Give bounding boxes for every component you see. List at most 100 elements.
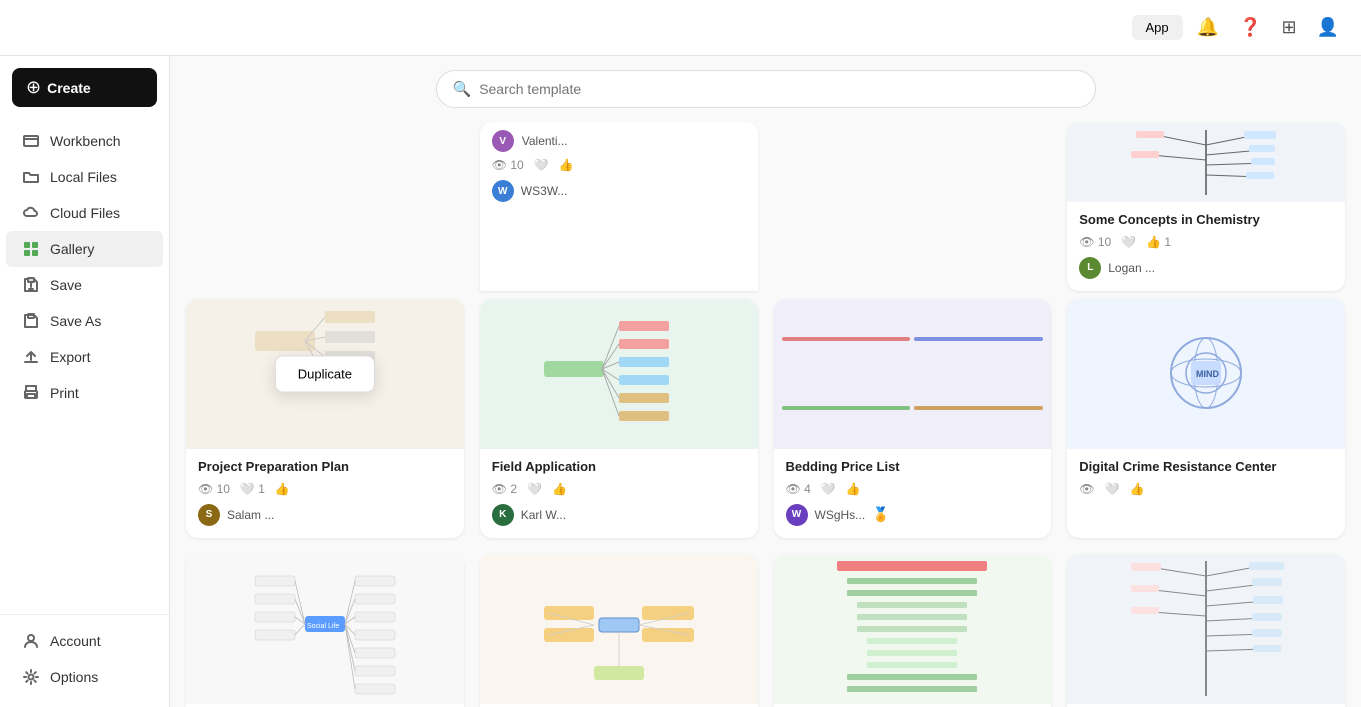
search-input[interactable] <box>479 81 1078 97</box>
card-meta-bedding: 👁 4 🤍 👍 <box>786 482 1040 496</box>
card-title-field-app: Field Application <box>492 459 746 476</box>
sidebar-item-options[interactable]: Options <box>6 659 163 695</box>
sidebar-item-print[interactable]: Print <box>6 375 163 411</box>
sidebar-label-export: Export <box>50 349 90 365</box>
cloud-icon <box>22 204 40 222</box>
plus-icon: ⊕ <box>26 77 41 98</box>
help-icon[interactable]: ❓ <box>1233 13 1267 42</box>
print-icon <box>22 384 40 402</box>
card-meta: 👁 10 🤍 👍 <box>492 158 746 172</box>
card-digital-crime[interactable]: MIND Digital Crime Resistance Center 👁 🤍… <box>1067 299 1345 538</box>
card-body-project-prep: Project Preparation Plan 👁 10 🤍 1 👍 S Sa… <box>186 449 464 538</box>
like-icon: 👍 <box>559 158 574 172</box>
card-thumb-field-app <box>480 299 758 449</box>
card-meta-chemistry: 👁 10 🤍 👍 1 <box>1079 235 1333 249</box>
workbench-icon <box>22 132 40 150</box>
card-body-chemistry: Some Concepts in Chemistry 👁 10 🤍 👍 1 L … <box>1067 202 1345 291</box>
card-bedding[interactable]: Bedding Price List 👁 4 🤍 👍 W WSgHs... 🏅 <box>774 299 1052 538</box>
sidebar-item-local-files[interactable]: Local Files <box>6 159 163 195</box>
sidebar-item-workbench[interactable]: Workbench <box>6 123 163 159</box>
save-icon <box>22 276 40 294</box>
search-bar-wrap: 🔍 <box>170 56 1361 122</box>
folder-icon <box>22 168 40 186</box>
sidebar-item-save-as[interactable]: Save As <box>6 303 163 339</box>
card-thumb-python-dev <box>774 554 1052 704</box>
card-body-field-app: Field Application 👁 2 🤍 👍 K Karl W... <box>480 449 758 538</box>
views: 👁 4 <box>786 482 811 496</box>
options-icon <box>22 668 40 686</box>
sidebar-label-options: Options <box>50 669 98 685</box>
wsghs-avatar: W <box>786 504 808 526</box>
save-as-icon <box>22 312 40 330</box>
wsghs-name: WSgHs... <box>815 508 866 522</box>
card-meta-digital-crime: 👁 🤍 👍 <box>1079 482 1333 496</box>
export-icon <box>22 348 40 366</box>
chem-svg <box>1126 556 1286 701</box>
card-characters-freelancer[interactable]: Characters of Freelancer 👁 🤍 👍 <box>480 554 758 707</box>
duplicate-tooltip[interactable]: Duplicate <box>275 355 375 392</box>
gold-badge: 🏅 <box>872 506 889 523</box>
card-chemistry-partial[interactable]: Some Concepts in Chemistry 👁 10 🤍 👍 1 L … <box>1067 122 1345 291</box>
card-title-bedding: Bedding Price List <box>786 459 1040 476</box>
create-label: Create <box>47 80 91 96</box>
logan-avatar: L <box>1079 257 1101 279</box>
card-title-digital-crime: Digital Crime Resistance Center <box>1079 459 1333 476</box>
sidebar-item-cloud-files[interactable]: Cloud Files <box>6 195 163 231</box>
card-title-chemistry: Some Concepts in Chemistry <box>1079 212 1333 229</box>
bell-icon[interactable]: 🔔 <box>1191 13 1225 42</box>
search-icon: 🔍 <box>453 80 472 98</box>
card-partial-1[interactable]: V Valenti... 👁 10 🤍 👍 W WS3W... <box>480 122 758 291</box>
card-python-dev[interactable]: Python Developer Roadmap 👁 8 🤍 👍 W wSKr.… <box>774 554 1052 707</box>
topbar: App 🔔 ❓ ⊞ 👤 <box>0 0 1361 56</box>
bedding-img-3 <box>782 406 911 410</box>
likes: 👍 1 <box>1146 235 1171 249</box>
app-button[interactable]: App <box>1132 15 1183 40</box>
svg-text:MIND: MIND <box>1196 369 1219 379</box>
card-author-bedding: W WSgHs... 🏅 <box>786 504 1040 526</box>
sidebar-label-local-files: Local Files <box>50 169 117 185</box>
sidebar-item-save[interactable]: Save <box>6 267 163 303</box>
python-svg <box>832 556 992 701</box>
sidebar-label-workbench: Workbench <box>50 133 121 149</box>
ws3w-avatar: W <box>492 180 514 202</box>
card-project-prep[interactable]: Duplicate Project Preparation Plan <box>186 299 464 538</box>
logan-name: Logan ... <box>1108 261 1155 275</box>
main-content: 🔍 V Valenti... 👁 10 🤍 👍 W WS3W.. <box>170 0 1361 707</box>
grid-icon[interactable]: ⊞ <box>1275 13 1302 42</box>
card-body-bedding: Bedding Price List 👁 4 🤍 👍 W WSgHs... 🏅 <box>774 449 1052 538</box>
card-meta-project-prep: 👁 10 🤍 1 👍 <box>198 482 452 496</box>
card-thumb-project-prep: Duplicate <box>186 299 464 449</box>
avatar: V <box>492 130 514 152</box>
sidebar-item-gallery[interactable]: Gallery <box>6 231 163 267</box>
sidebar-item-account[interactable]: Account <box>6 623 163 659</box>
card-author-chemistry: L Logan ... <box>1079 257 1333 279</box>
sidebar-label-account: Account <box>50 633 101 649</box>
card-title-project-prep: Project Preparation Plan <box>198 459 452 476</box>
sidebar-label-gallery: Gallery <box>50 241 94 257</box>
cards-grid: Duplicate Project Preparation Plan <box>170 299 1361 707</box>
user-icon[interactable]: 👤 <box>1311 13 1345 42</box>
thumbup-icon: 👍 <box>275 482 290 496</box>
sidebar-label-print: Print <box>50 385 79 401</box>
thumbup: 👍 <box>846 482 861 496</box>
card-field-app[interactable]: Field Application 👁 2 🤍 👍 K Karl W... <box>480 299 758 538</box>
thumbup: 👍 <box>552 482 567 496</box>
create-button[interactable]: ⊕ Create <box>12 68 157 107</box>
chemistry-thumb-svg <box>1116 125 1296 200</box>
card-social-life[interactable]: Social Life <box>186 554 464 707</box>
ws3w-author: WS3W... <box>521 184 568 198</box>
salam-avatar: S <box>198 504 220 526</box>
card-body-digital-crime: Digital Crime Resistance Center 👁 🤍 👍 <box>1067 449 1345 516</box>
valentin-author: Valenti... <box>522 134 568 148</box>
account-icon <box>22 632 40 650</box>
card-chemistry[interactable]: Some Concepts in Chemistry 👁 10 🤍 👍 1 L … <box>1067 554 1345 707</box>
salam-name: Salam ... <box>227 508 274 522</box>
karl-avatar: K <box>492 504 514 526</box>
sidebar-item-export[interactable]: Export <box>6 339 163 375</box>
sidebar-label-save: Save <box>50 277 82 293</box>
card-meta-field-app: 👁 2 🤍 👍 <box>492 482 746 496</box>
card-thumb-characters-freelancer <box>480 554 758 704</box>
card-author: W WS3W... <box>492 180 746 202</box>
top-partial-row: V Valenti... 👁 10 🤍 👍 W WS3W... <box>170 122 1361 299</box>
heart: 🤍 <box>527 482 542 496</box>
